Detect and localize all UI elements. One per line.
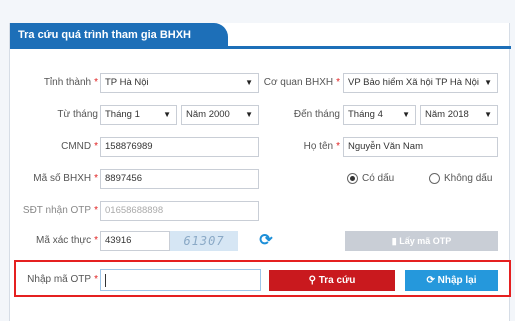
text-caret [105,274,106,287]
agency-select[interactable]: VP Bảo hiểm Xã hội TP Hà Nội ▼ [343,73,498,93]
captcha-input[interactable]: 43916 [100,231,170,251]
to-year-select[interactable]: Năm 2018 ▼ [420,105,498,125]
row-id-name: CMND * 158876989 Họ tên * Nguyễn Văn Nam [0,137,501,157]
get-otp-button[interactable]: ▮ Lấy mã OTP [345,231,498,251]
phone-input[interactable]: 01658688898 [100,201,259,221]
chevron-down-icon: ▼ [245,78,253,87]
province-label: Tỉnh thành * [43,77,98,88]
name-label: Họ tên * [303,141,340,152]
radio-with-diacritics[interactable] [347,173,358,184]
to-month-select[interactable]: Tháng 4 ▼ [343,105,416,125]
chevron-down-icon: ▼ [484,78,492,87]
captcha-image: 61307 [170,231,238,251]
from-label: Từ tháng [57,109,98,120]
from-month-select[interactable]: Tháng 1 ▼ [100,105,177,125]
search-button[interactable]: ⚲ Tra cứu [269,270,395,291]
radio-with-diacritics-label: Có dấu [362,173,395,184]
radio-without-diacritics[interactable] [429,173,440,184]
row-province-agency: Tỉnh thành * TP Hà Nội ▼ Cơ quan BHXH * VP … [0,73,501,93]
row-phone: SĐT nhận OTP * 01658688898 [0,201,501,221]
cmnd-input[interactable]: 158876989 [100,137,259,157]
name-input[interactable]: Nguyễn Văn Nam [343,137,498,157]
row-bhxh: Mã số BHXH * 8897456 Có dấu Không dấu [0,169,501,189]
bhxh-input[interactable]: 8897456 [100,169,259,189]
row-captcha: Mã xác thực * 43916 61307 ⟳ ▮ Lấy mã OTP [0,231,501,251]
radio-without-diacritics-label: Không dấu [444,173,493,184]
row-period: Từ tháng Tháng 1 ▼ Năm 2000 ▼ Đến tháng Th… [0,105,501,125]
chevron-down-icon: ▼ [245,110,253,119]
refresh-captcha-icon[interactable]: ⟳ [257,232,275,250]
bhxh-label: Mã số BHXH * [33,173,98,184]
otp-input[interactable] [100,269,261,291]
to-label: Đến tháng [293,109,340,120]
from-year-select[interactable]: Năm 2000 ▼ [181,105,259,125]
chevron-down-icon: ▼ [163,110,171,119]
search-icon: ⚲ [308,275,316,286]
chevron-down-icon: ▼ [484,110,492,119]
reset-button[interactable]: ⟳ Nhập lại [405,270,498,291]
chevron-down-icon: ▼ [402,110,410,119]
captcha-label: Mã xác thực * [36,235,98,246]
page-title: Tra cứu quá trình tham gia BHXH [10,23,228,49]
title-bar: Tra cứu quá trình tham gia BHXH [10,23,511,49]
otp-label: Nhập mã OTP * [27,274,98,285]
row-otp: Nhập mã OTP * ⚲ Tra cứu ⟳ Nhập lại [0,269,501,291]
cmnd-label: CMND * [61,141,98,152]
agency-label: Cơ quan BHXH * [263,77,340,88]
province-select[interactable]: TP Hà Nội ▼ [100,73,259,93]
phone-label: SĐT nhận OTP * [22,205,98,216]
refresh-icon: ⟳ [426,275,435,286]
